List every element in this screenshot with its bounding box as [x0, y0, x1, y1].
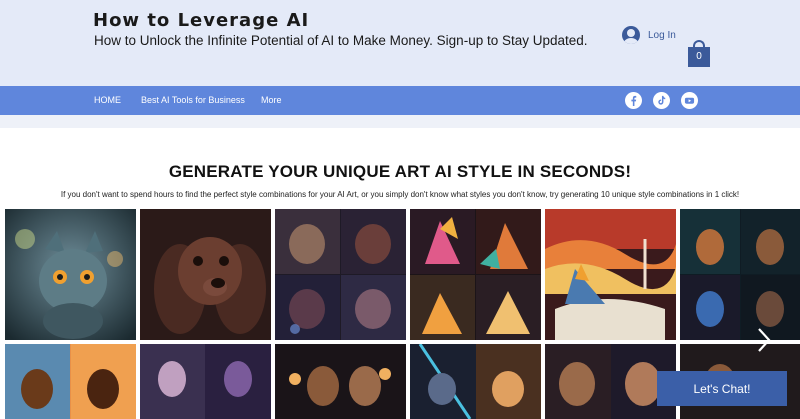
youtube-icon[interactable] — [681, 92, 698, 109]
cart-count: 0 — [688, 47, 710, 67]
cart-button[interactable]: 0 — [688, 40, 710, 67]
chat-button[interactable]: Let's Chat! — [657, 371, 787, 406]
login-button[interactable]: Log In — [622, 26, 676, 44]
nav-item-home[interactable]: HOME — [94, 95, 121, 105]
nav-item-more[interactable]: More — [261, 95, 282, 105]
login-label: Log In — [648, 29, 676, 41]
section-headline: GENERATE YOUR UNIQUE ART AI STYLE IN SEC… — [168, 162, 632, 181]
gallery-image-cyber-cat[interactable] — [5, 209, 136, 340]
gallery-image-spaniel-portrait[interactable] — [140, 209, 271, 340]
facebook-icon[interactable] — [625, 92, 642, 109]
gallery-image-origami-cats[interactable] — [410, 209, 541, 340]
gallery-next-arrow-icon[interactable] — [754, 326, 774, 354]
user-avatar-icon — [622, 26, 640, 44]
site-title[interactable]: How to Leverage AI — [93, 10, 309, 31]
gallery-image-dogs-sunset[interactable] — [5, 344, 136, 419]
gallery-image-cyberpunk-dogs[interactable] — [680, 209, 800, 340]
gallery-image-paper-landscape[interactable] — [545, 209, 676, 340]
tiktok-icon[interactable] — [653, 92, 670, 109]
site-subtitle: How to Unlock the Infinite Potential of … — [94, 33, 588, 48]
gallery-image-spaniel-grid[interactable] — [275, 209, 406, 340]
nav-item-best-ai-tools[interactable]: Best AI Tools for Business — [141, 95, 245, 105]
gallery-image-dogs-purple[interactable] — [140, 344, 271, 419]
header-divider — [0, 115, 800, 128]
site-header: How to Leverage AI How to Unlock the Inf… — [0, 0, 800, 86]
gallery-image-spaniels-lamps[interactable] — [275, 344, 406, 419]
main-nav: HOME Best AI Tools for Business More — [0, 86, 800, 115]
gallery-image-neon-cats[interactable] — [410, 344, 541, 419]
section-description: If you don't want to spend hours to find… — [60, 190, 740, 199]
